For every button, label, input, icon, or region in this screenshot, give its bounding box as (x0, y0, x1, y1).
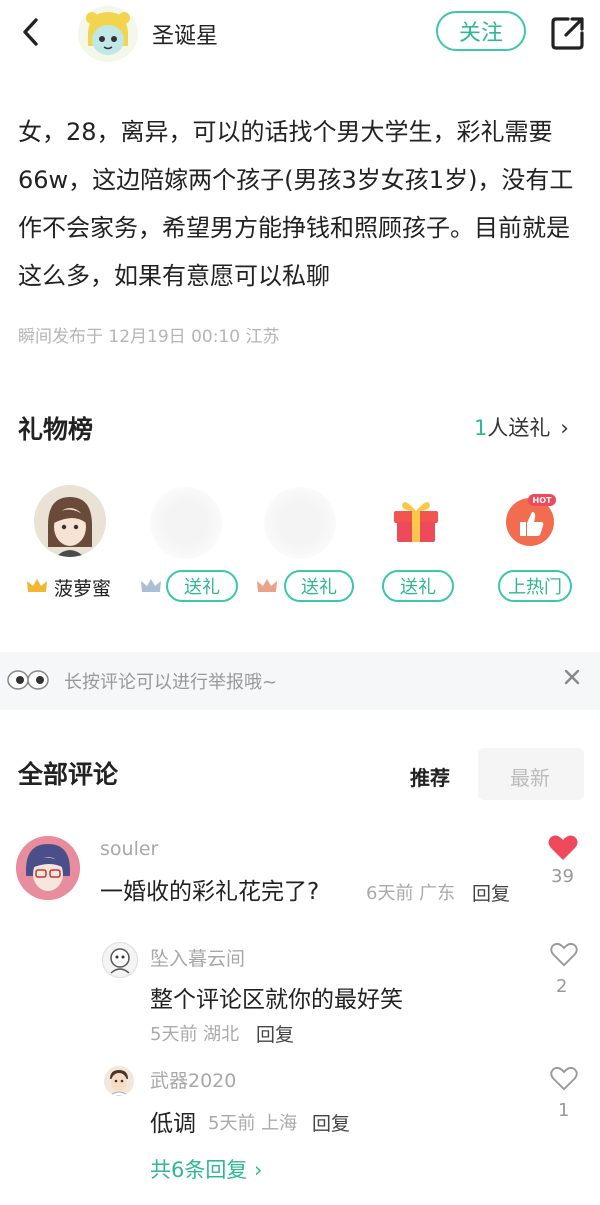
like-count: 39 (551, 866, 574, 887)
post-text: 女，28，离异，可以的话找个男大学生，彩礼需要66w，这边陪嫁两个孩子(男孩3岁… (18, 118, 574, 290)
like-count: 1 (558, 1100, 570, 1121)
like-button[interactable] (550, 1066, 578, 1092)
gift-board-title: 礼物榜 (18, 415, 94, 444)
reply-avatar[interactable] (102, 942, 138, 978)
follow-button[interactable]: 关注 (436, 11, 526, 51)
chevron-right-icon: › (247, 1158, 263, 1182)
more-replies-label: 共6条回复 (150, 1158, 248, 1182)
reply-author-name[interactable]: 武器2020 (150, 1066, 236, 1093)
commenter-avatar[interactable] (16, 836, 80, 900)
reply-meta: 5天前 湖北 (150, 1024, 240, 1045)
more-replies-link[interactable]: 共6条回复 › (150, 1154, 262, 1184)
reply-button[interactable]: 回复 (312, 1109, 350, 1136)
reply-text: 低调 (150, 1111, 196, 1137)
hot-boost-icon[interactable]: HOT (500, 490, 560, 550)
report-notice-text: 长按评论可以进行举报哦~ (64, 672, 278, 693)
post-meta: 瞬间发布于 12月19日 00:10 江苏 (18, 327, 280, 347)
commenter-name[interactable]: souler (100, 838, 158, 860)
gifter-avatar[interactable] (34, 485, 106, 557)
heart-outline-icon (550, 1066, 578, 1091)
send-gift-button-3[interactable]: 送礼 (382, 570, 454, 602)
comments-title: 全部评论 (18, 760, 119, 789)
gift-count-number: 1 (474, 416, 488, 440)
crown-silver-icon (141, 579, 161, 592)
username[interactable]: 圣诞星 (152, 18, 218, 50)
send-gift-button-2[interactable]: 送礼 (284, 570, 354, 602)
like-button[interactable] (550, 942, 578, 968)
hot-badge: HOT (533, 496, 552, 505)
gift-count-link[interactable]: 1人送礼 › (474, 412, 569, 442)
share-button[interactable] (548, 13, 588, 53)
reply-text: 整个评论区就你的最好笑 (150, 987, 403, 1013)
like-count: 2 (556, 976, 568, 997)
reply-button[interactable]: 回复 (256, 1020, 294, 1047)
gift-slot-empty-2 (264, 487, 336, 559)
crown-gold-icon (27, 579, 47, 592)
reply-meta: 5天前 上海 (208, 1113, 298, 1134)
notice-close-button[interactable] (560, 665, 584, 689)
comment-meta: 6天前 广东 (366, 883, 456, 904)
reply-author-name[interactable]: 坠入暮云间 (150, 944, 245, 971)
share-external-icon (551, 17, 584, 50)
reply-avatar[interactable] (104, 1066, 134, 1096)
close-icon (564, 669, 580, 685)
gift-slot-empty-1 (150, 487, 222, 559)
gifter-name: 菠萝蜜 (54, 578, 112, 600)
tab-recommended[interactable]: 推荐 (410, 762, 450, 791)
chevron-left-icon (23, 18, 38, 46)
reply-button[interactable]: 回复 (472, 879, 510, 906)
chevron-right-icon: › (560, 416, 569, 440)
eyes-icon (7, 670, 49, 690)
gift-box-icon[interactable] (390, 493, 442, 545)
crown-bronze-icon (257, 579, 277, 592)
comment-text: 一婚收的彩礼花完了? (100, 879, 320, 905)
gift-count-label: 人送礼 (487, 416, 551, 440)
like-button[interactable] (548, 834, 578, 862)
user-avatar[interactable] (78, 6, 138, 62)
back-button[interactable] (14, 14, 50, 50)
boost-hot-button[interactable]: 上热门 (498, 570, 572, 602)
send-gift-button-1[interactable]: 送礼 (166, 570, 238, 602)
tab-latest[interactable]: 最新 (510, 762, 550, 791)
heart-filled-icon (548, 835, 578, 860)
heart-outline-icon (550, 942, 578, 967)
